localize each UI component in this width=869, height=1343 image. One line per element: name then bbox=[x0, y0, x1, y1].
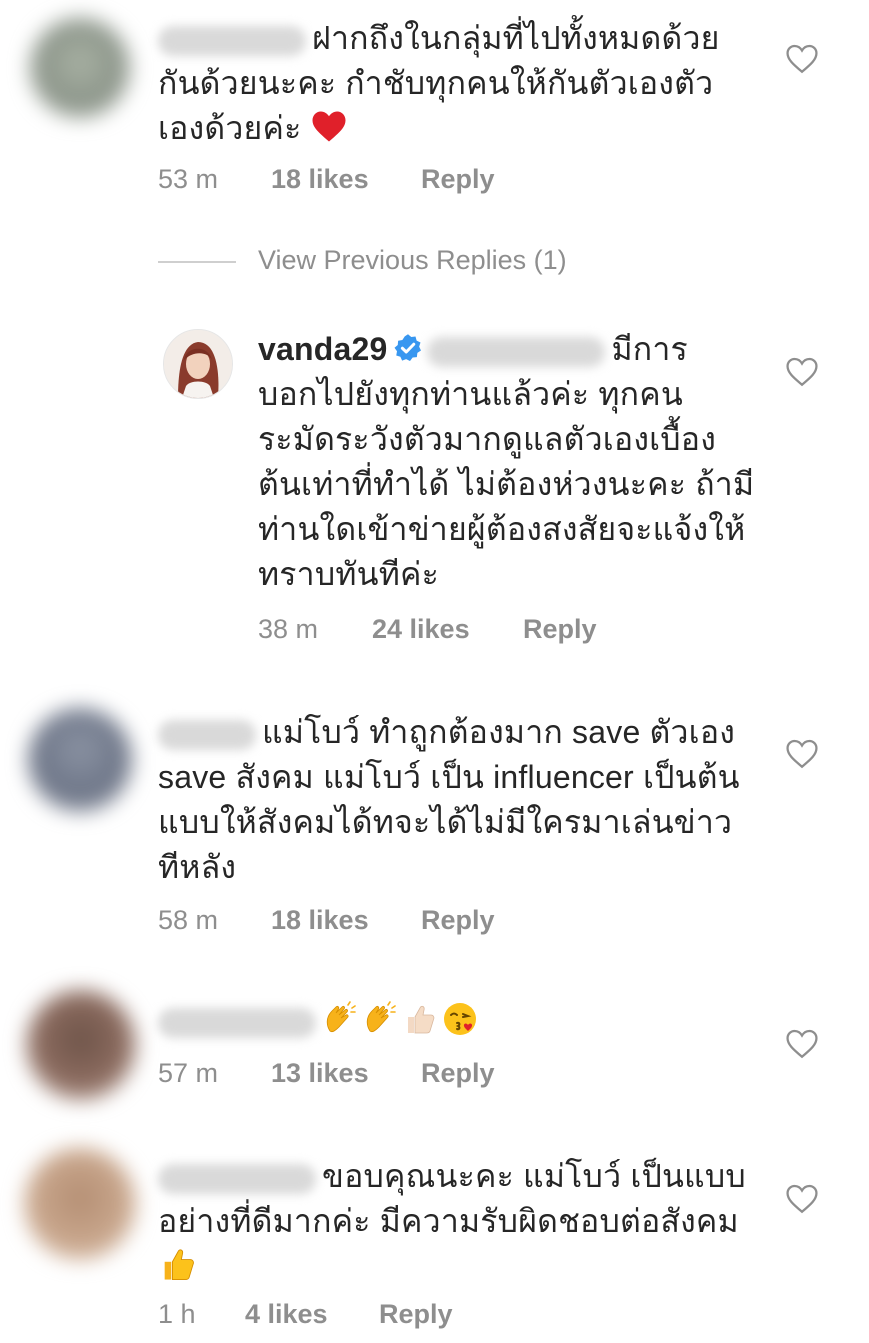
avatar[interactable] bbox=[28, 708, 132, 812]
avatar[interactable] bbox=[24, 1148, 136, 1260]
comment-text: แม่โบว์ ทำถูกต้องมาก save ตัวเอง save สั… bbox=[158, 714, 740, 885]
avatar[interactable] bbox=[30, 18, 130, 118]
reply-button[interactable]: Reply bbox=[421, 1058, 495, 1089]
comment-meta: 53 m 18 likes Reply bbox=[158, 164, 495, 195]
timestamp: 1 h bbox=[158, 1299, 196, 1329]
comment-meta: 1 h 4 likes Reply bbox=[158, 1299, 453, 1330]
thumbs-up-emoji bbox=[158, 1244, 198, 1284]
profile-photo bbox=[164, 330, 232, 398]
reply-button[interactable]: Reply bbox=[523, 614, 597, 645]
username-redacted[interactable] bbox=[158, 719, 256, 750]
comment-text bbox=[158, 998, 798, 1043]
timestamp: 58 m bbox=[158, 905, 219, 935]
kissing-face-emoji bbox=[442, 1001, 478, 1037]
red-heart-emoji bbox=[311, 110, 347, 144]
heart-outline-icon[interactable] bbox=[785, 1183, 819, 1215]
heart-outline-icon[interactable] bbox=[785, 1028, 819, 1060]
likes-count[interactable]: 18 likes bbox=[271, 164, 421, 195]
divider-line bbox=[158, 260, 236, 263]
likes-count[interactable]: 13 likes bbox=[271, 1058, 421, 1089]
likes-count[interactable]: 4 likes bbox=[245, 1299, 379, 1330]
likes-count[interactable]: 18 likes bbox=[271, 905, 421, 936]
reply-button[interactable]: Reply bbox=[379, 1299, 453, 1330]
comment-text: ขอบคุณนะคะ แม่โบว์ เป็นแบบ อย่างที่ดีมาก… bbox=[158, 1154, 798, 1290]
heart-outline-icon[interactable] bbox=[785, 738, 819, 770]
heart-outline-icon[interactable] bbox=[785, 356, 819, 388]
username[interactable]: vanda29 bbox=[258, 331, 387, 367]
avatar[interactable] bbox=[163, 329, 233, 399]
heart-outline-icon[interactable] bbox=[785, 43, 819, 75]
comment-text: ฝากถึงในกลุ่มที่ไปทั้งหมดด้วย กันด้วยนะค… bbox=[158, 20, 720, 146]
username-redacted[interactable] bbox=[158, 1163, 316, 1194]
reply-button[interactable]: Reply bbox=[421, 905, 495, 936]
comment-meta: 58 m 18 likes Reply bbox=[158, 905, 495, 936]
timestamp: 57 m bbox=[158, 1058, 219, 1088]
clapping-hands-emoji bbox=[322, 1001, 358, 1037]
mention-redacted[interactable] bbox=[427, 336, 606, 367]
username-redacted[interactable] bbox=[158, 25, 306, 56]
timestamp: 38 m bbox=[258, 614, 319, 644]
comment-meta: 57 m 13 likes Reply bbox=[158, 1058, 495, 1089]
reply-button[interactable]: Reply bbox=[421, 164, 495, 195]
view-previous-replies[interactable]: View Previous Replies (1) bbox=[158, 245, 567, 276]
avatar[interactable] bbox=[26, 990, 136, 1100]
reply-meta: 38 m 24 likes Reply bbox=[258, 614, 597, 645]
verified-badge-icon bbox=[393, 330, 423, 361]
clapping-hands-emoji bbox=[362, 1001, 398, 1037]
likes-count[interactable]: 24 likes bbox=[372, 614, 523, 645]
username-redacted[interactable] bbox=[158, 1007, 316, 1038]
timestamp: 53 m bbox=[158, 164, 219, 194]
reply-text: vanda29 มีการ บอกไปยังทุกท่านแล้วค่ะ ทุกค… bbox=[258, 330, 755, 592]
thumbs-up-emoji bbox=[402, 1001, 438, 1037]
